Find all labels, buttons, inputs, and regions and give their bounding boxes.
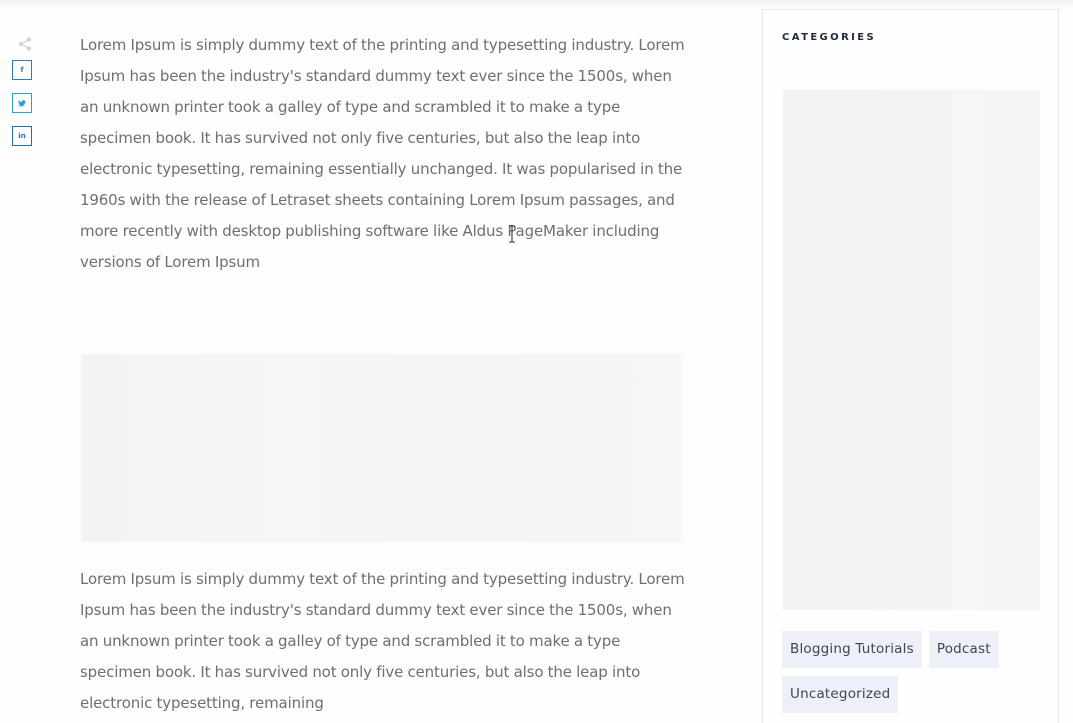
linkedin-icon: in	[18, 132, 26, 140]
article-image-placeholder	[81, 354, 681, 542]
twitter-share-button[interactable]	[12, 93, 32, 113]
share-bar: f in	[12, 36, 38, 159]
widget-title: CATEGORIES	[782, 32, 877, 43]
article-paragraph: Lorem Ipsum is simply dummy text of the …	[80, 570, 685, 712]
facebook-share-button[interactable]: f	[12, 60, 32, 80]
category-tag-uncategorized[interactable]: Uncategorized	[782, 676, 899, 713]
share-icon	[19, 37, 31, 51]
category-tag-podcast[interactable]: Podcast	[928, 631, 999, 668]
blog-post-page: f in Lorem Ipsum is simply dummy text of…	[0, 0, 1073, 723]
twitter-icon	[18, 99, 26, 106]
facebook-icon: f	[20, 66, 24, 74]
category-tag-blogging-tutorials[interactable]: Blogging Tutorials	[782, 631, 922, 668]
text-cursor-icon	[509, 225, 515, 243]
sidebar-categories-widget: CATEGORIES Blogging Tutorials Podcast Un…	[762, 9, 1059, 723]
article-paragraph: Lorem Ipsum is simply dummy text of the …	[80, 36, 685, 271]
category-list: Blogging Tutorials Podcast Uncategorized	[782, 631, 1042, 713]
linkedin-share-button[interactable]: in	[12, 126, 32, 146]
sidebar-image-placeholder	[783, 90, 1040, 610]
header-shadow	[0, 0, 1073, 8]
